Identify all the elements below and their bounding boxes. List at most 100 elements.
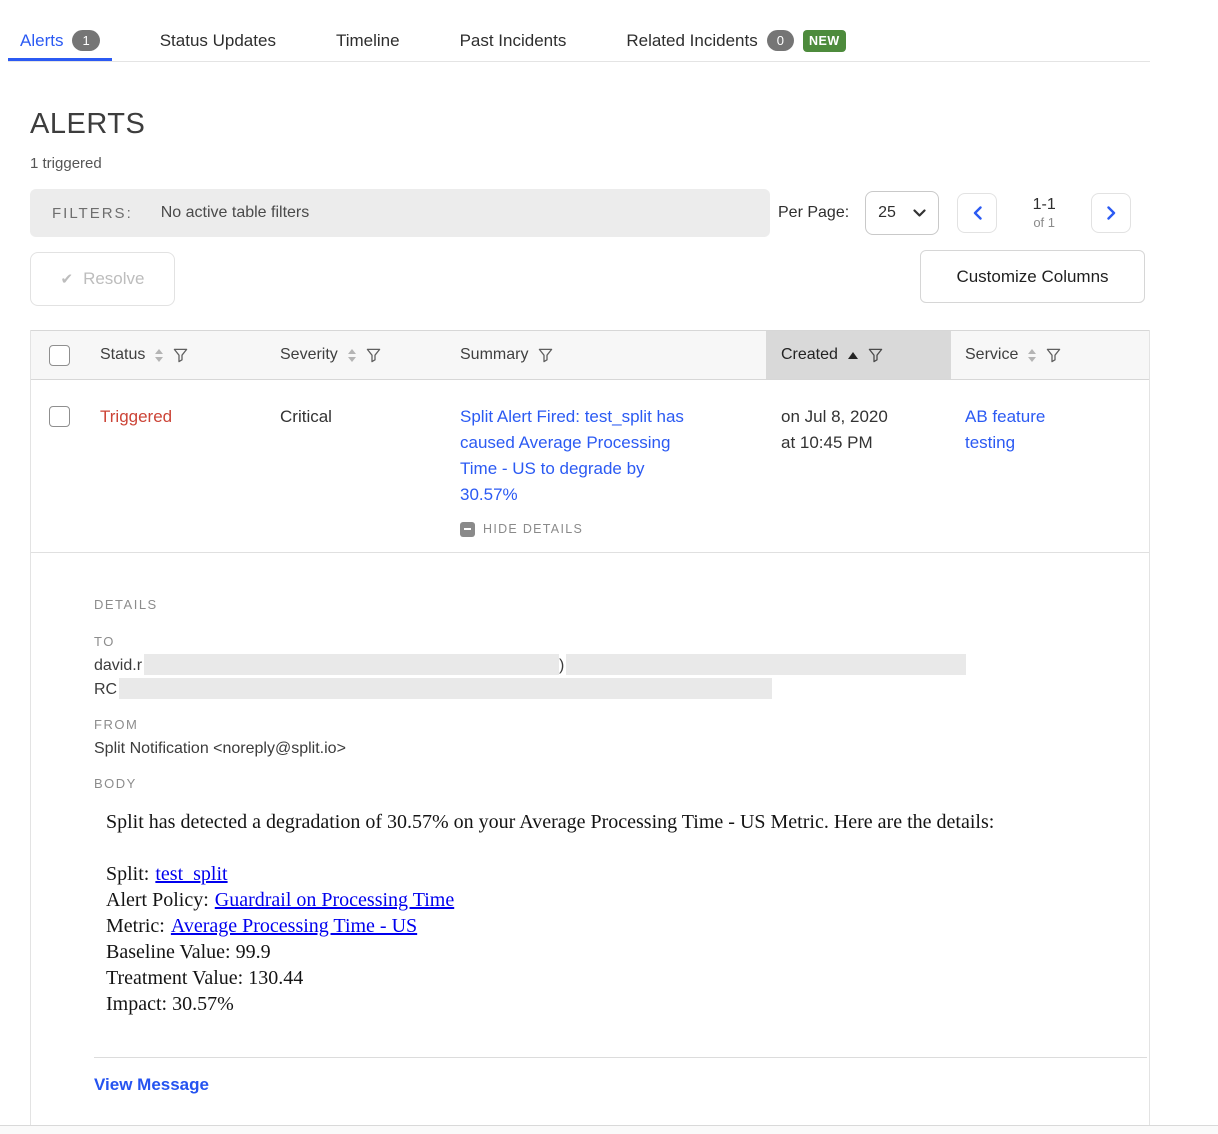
sort-ascending-icon	[848, 352, 858, 359]
customize-columns-button[interactable]: Customize Columns	[920, 250, 1145, 303]
per-page-value: 25	[878, 204, 896, 222]
tab-related-incidents-label: Related Incidents	[626, 31, 757, 51]
tab-timeline-label: Timeline	[336, 31, 400, 51]
column-header-created[interactable]: Created	[766, 331, 951, 379]
hide-details-toggle[interactable]: HIDE DETAILS	[460, 516, 766, 542]
collapse-icon	[460, 522, 475, 537]
service-column-label: Service	[965, 346, 1018, 364]
tab-status-updates[interactable]: Status Updates	[148, 20, 288, 61]
tab-related-incidents[interactable]: Related Incidents 0 NEW	[614, 20, 857, 61]
to-label: TO	[94, 634, 1149, 649]
email-metric-line: Metric: Average Processing Time - US	[106, 913, 1149, 939]
to-text-fragment: david.r	[94, 657, 142, 674]
to-recipients-line2: RC	[94, 678, 1149, 702]
from-value: Split Notification <noreply@split.io>	[94, 737, 1149, 761]
page-title: ALERTS	[30, 108, 145, 141]
filters-label: FILTERS:	[52, 205, 133, 222]
alert-count-subtitle: 1 triggered	[30, 155, 102, 172]
tab-past-incidents[interactable]: Past Incidents	[448, 20, 579, 61]
sort-icon[interactable]	[1028, 349, 1036, 362]
metric-link[interactable]: Average Processing Time - US	[171, 915, 417, 937]
page-range: 1-1 of 1	[1013, 196, 1075, 230]
alert-policy-field-label: Alert Policy:	[106, 889, 209, 911]
chevron-left-icon	[973, 206, 982, 220]
tab-alerts[interactable]: Alerts 1	[8, 20, 112, 61]
impact-value-line: Impact: 30.57%	[106, 991, 1149, 1017]
page-range-total: of 1	[1013, 215, 1075, 230]
check-icon: ✔	[61, 270, 74, 288]
alert-summary-link[interactable]: Split Alert Fired: test_split has caused…	[460, 404, 684, 508]
view-message-link[interactable]: View Message	[94, 1075, 209, 1095]
resolve-button-label: Resolve	[83, 269, 144, 289]
next-page-button[interactable]	[1091, 193, 1131, 233]
treatment-value-line: Treatment Value: 130.44	[106, 965, 1149, 991]
chevron-right-icon	[1107, 206, 1116, 220]
tab-alerts-label: Alerts	[20, 31, 63, 51]
row-checkbox[interactable]	[49, 406, 70, 427]
body-label: BODY	[94, 776, 1149, 791]
filter-icon[interactable]	[868, 348, 883, 363]
created-column-label: Created	[781, 346, 838, 364]
created-date: on Jul 8, 2020	[781, 404, 951, 430]
alert-row: Triggered Critical Split Alert Fired: te…	[31, 380, 1149, 553]
service-link[interactable]: AB feature testing	[965, 404, 1075, 456]
column-header-status[interactable]: Status	[96, 331, 276, 379]
email-policy-line: Alert Policy: Guardrail on Processing Tim…	[106, 887, 1149, 913]
filters-bar[interactable]: FILTERS: No active table filters	[30, 189, 770, 237]
alerts-count-badge: 1	[72, 30, 99, 51]
filter-icon[interactable]	[538, 348, 553, 363]
split-field-label: Split:	[106, 863, 149, 885]
baseline-value-line: Baseline Value: 99.9	[106, 939, 1149, 965]
severity-value: Critical	[276, 380, 456, 552]
status-value: Triggered	[96, 380, 276, 552]
column-header-summary[interactable]: Summary	[456, 331, 766, 379]
alerts-table: Status Severity Summary Created Service	[30, 330, 1150, 1125]
per-page-label: Per Page:	[778, 204, 849, 222]
details-divider	[94, 1057, 1147, 1058]
sort-icon[interactable]	[348, 349, 356, 362]
created-time: at 10:45 PM	[781, 430, 951, 456]
prev-page-button[interactable]	[957, 193, 997, 233]
service-cell: AB feature testing	[951, 380, 1149, 552]
tab-status-updates-label: Status Updates	[160, 31, 276, 51]
select-all-cell	[31, 331, 96, 379]
email-body: Split has detected a degradation of 30.5…	[106, 809, 1149, 1017]
hide-details-label: HIDE DETAILS	[483, 516, 583, 542]
new-feature-badge: NEW	[803, 30, 846, 52]
redaction-bar	[144, 654, 559, 675]
window-bottom-edge	[0, 1125, 1218, 1134]
column-header-severity[interactable]: Severity	[276, 331, 456, 379]
related-incidents-count-badge: 0	[767, 30, 794, 51]
per-page-select[interactable]: 25	[865, 191, 939, 235]
status-column-label: Status	[100, 346, 145, 364]
alerts-page: Alerts 1 Status Updates Timeline Past In…	[0, 0, 1218, 1134]
select-all-checkbox[interactable]	[49, 345, 70, 366]
filter-icon[interactable]	[366, 348, 381, 363]
page-range-value: 1-1	[1013, 196, 1075, 214]
split-link[interactable]: test_split	[155, 863, 227, 885]
row-select-cell	[31, 380, 96, 552]
column-header-service[interactable]: Service	[951, 331, 1149, 379]
created-value: on Jul 8, 2020 at 10:45 PM	[766, 380, 951, 552]
email-intro-text: Split has detected a degradation of 30.5…	[106, 809, 1149, 835]
table-header-row: Status Severity Summary Created Service	[31, 330, 1149, 380]
summary-column-label: Summary	[460, 346, 528, 364]
metric-field-label: Metric:	[106, 915, 165, 937]
filter-icon[interactable]	[1046, 348, 1061, 363]
tab-timeline[interactable]: Timeline	[324, 20, 412, 61]
tab-bar: Alerts 1 Status Updates Timeline Past In…	[8, 20, 1150, 62]
pagination-controls: Per Page: 25 1-1 of 1	[778, 189, 1131, 237]
chevron-down-icon	[913, 209, 926, 218]
to-text-fragment: )	[559, 657, 564, 674]
to-recipients-line1: david.r)	[94, 654, 1149, 678]
details-title: DETAILS	[94, 597, 1149, 612]
tab-past-incidents-label: Past Incidents	[460, 31, 567, 51]
filters-status-text: No active table filters	[161, 204, 310, 222]
resolve-button[interactable]: ✔ Resolve	[30, 252, 175, 306]
alert-details-panel: DETAILS TO david.r) RC FROM Split Notifi…	[31, 553, 1149, 1123]
redaction-bar	[566, 654, 966, 675]
alert-policy-link[interactable]: Guardrail on Processing Time	[215, 889, 454, 911]
sort-icon[interactable]	[155, 349, 163, 362]
to-text-fragment: RC	[94, 681, 117, 698]
filter-icon[interactable]	[173, 348, 188, 363]
